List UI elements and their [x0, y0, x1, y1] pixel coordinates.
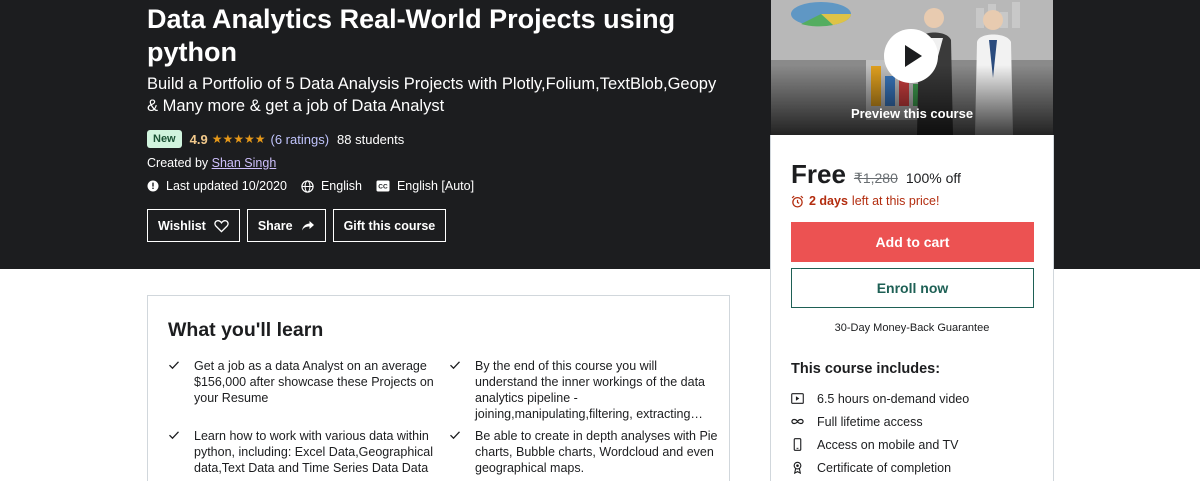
checkmark-icon	[169, 431, 179, 440]
preview-label: Preview this course	[850, 106, 974, 121]
wishlist-label: Wishlist	[158, 218, 206, 233]
includes-title: This course includes:	[791, 361, 941, 377]
purchase-sidebar: Free ₹1,280 100% off 2 days left at this…	[770, 135, 1054, 481]
course-subtitle: Build a Portfolio of 5 Data Analysis Pro…	[147, 75, 717, 115]
learn-item: Be able to create in depth analyses with…	[450, 428, 720, 476]
course-meta: Last updated 10/2020 English CC English …	[147, 178, 488, 194]
learn-item-text: Learn how to work with various data with…	[194, 429, 434, 475]
captions-text: English [Auto]	[396, 179, 475, 193]
checkmark-icon	[169, 361, 179, 370]
video-icon	[791, 393, 804, 404]
what-youll-learn: What you'll learn Get a job as a data An…	[147, 295, 730, 481]
play-button[interactable]	[884, 29, 938, 83]
last-updated: Last updated 10/2020	[147, 179, 287, 193]
course-preview[interactable]: Preview this course	[771, 0, 1053, 135]
enroll-now-button[interactable]: Enroll now	[791, 268, 1034, 308]
gift-course-button[interactable]: Gift this course	[332, 209, 447, 242]
learn-item-text: By the end of this course you will under…	[475, 359, 706, 421]
gift-label: Gift this course	[343, 218, 436, 233]
last-updated-text: Last updated 10/2020	[166, 179, 287, 193]
learn-item-text: Be able to create in depth analyses with…	[475, 429, 718, 475]
captions: CC English [Auto]	[376, 179, 474, 193]
alarm-clock-icon	[791, 195, 804, 208]
learn-item-text: Get a job as a data Analyst on an averag…	[194, 359, 434, 405]
includes-item-label: 6.5 hours on-demand video	[817, 391, 970, 406]
alert-badge-icon	[147, 180, 159, 192]
learn-title: What you'll learn	[168, 319, 324, 341]
checkmark-icon	[450, 361, 460, 370]
course-title: Data Analytics Real-World Projects using…	[147, 4, 676, 67]
checkmark-icon	[450, 431, 460, 440]
learn-item: By the end of this course you will under…	[450, 358, 720, 422]
share-arrow-icon	[301, 220, 314, 230]
new-badge: New	[147, 130, 182, 148]
heart-icon	[214, 219, 229, 233]
rating-row: New 4.9 ★★★★★ (6 ratings) 88 students	[147, 130, 404, 148]
language-text: English	[320, 179, 362, 193]
certificate-icon	[793, 461, 802, 474]
includes-item: Full lifetime access	[791, 410, 969, 433]
add-to-cart-button[interactable]: Add to cart	[791, 222, 1034, 262]
globe-icon	[301, 179, 314, 193]
wishlist-button[interactable]: Wishlist	[147, 209, 240, 242]
includes-item-label: Access on mobile and TV	[817, 437, 959, 452]
price-row: Free ₹1,280 100% off	[791, 159, 961, 190]
rating-value: 4.9	[189, 131, 208, 147]
hero-actions: Wishlist Share Gift this course	[147, 209, 453, 242]
language: English	[301, 179, 362, 193]
includes-item: Certificate of completion	[791, 456, 969, 479]
instructor-link[interactable]: Shan Singh	[212, 156, 277, 170]
includes-item: Access on mobile and TV	[791, 433, 969, 456]
discount-percent: 100% off	[905, 170, 961, 186]
includes-item-label: Certificate of completion	[817, 460, 952, 475]
svg-text:CC: CC	[378, 184, 388, 191]
closed-captions-icon: CC	[376, 180, 390, 192]
play-icon	[905, 45, 922, 67]
rating-count-link[interactable]: (6 ratings)	[271, 132, 330, 147]
current-price: Free	[791, 159, 846, 189]
share-button[interactable]: Share	[246, 209, 326, 242]
created-by: Created by Shan Singh	[147, 156, 276, 170]
mobile-icon	[793, 438, 802, 451]
price-timer: 2 days left at this price!	[791, 194, 939, 208]
includes-item-label: Full lifetime access	[817, 414, 923, 429]
includes-list: 6.5 hours on-demand video Full lifetime …	[791, 387, 969, 479]
money-back-guarantee: 30-Day Money-Back Guarantee	[834, 322, 990, 334]
timer-days: 2 days	[809, 194, 848, 208]
learn-item: Learn how to work with various data with…	[169, 428, 439, 476]
students-count: 88 students	[337, 131, 405, 147]
share-label: Share	[257, 218, 293, 233]
created-by-label: Created by	[147, 156, 209, 170]
star-rating-icon: ★★★★★	[211, 132, 266, 146]
includes-item: 6.5 hours on-demand video	[791, 387, 969, 410]
timer-text: left at this price!	[851, 194, 940, 208]
infinity-icon	[791, 418, 804, 425]
original-price: ₹1,280	[853, 170, 898, 186]
learn-item: Get a job as a data Analyst on an averag…	[169, 358, 439, 406]
